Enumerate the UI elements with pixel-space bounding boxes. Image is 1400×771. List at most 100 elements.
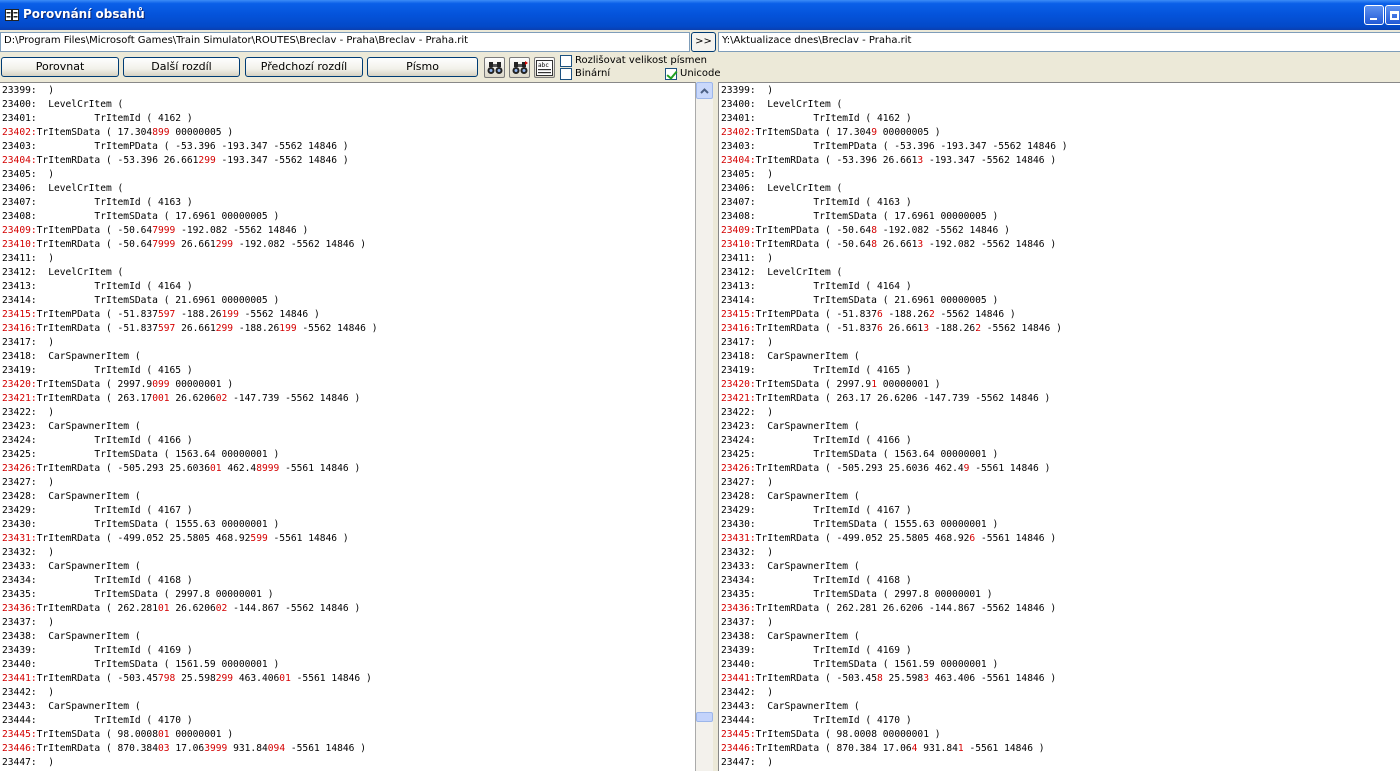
diff-line: 23422: ) [2, 406, 378, 420]
line-number: 23421: [2, 393, 37, 404]
diff-highlight: 597 [157, 323, 176, 334]
diff-line: 23403: TrItemPData ( -53.396 -193.347 -5… [721, 140, 1068, 154]
diff-line: 23421:TrItemRData ( 263.17001 26.620602 … [2, 392, 378, 406]
line-text: TrItemId ( 4166 ) [755, 435, 912, 446]
line-text: CarSpawnerItem ( [36, 701, 141, 712]
line-number: 23406: [2, 183, 37, 194]
previous-difference-button[interactable]: Předchozí rozdíl [245, 57, 363, 77]
left-file-path-input[interactable]: D:\Program Files\Microsoft Games\Train S… [0, 32, 690, 52]
line-text: TrItemSData ( 1561.59 00000001 ) [755, 659, 999, 670]
line-text: TrItemSData ( 17.6961 00000005 ) [755, 211, 999, 222]
line-number: 23435: [721, 589, 756, 600]
line-text: TrItemPData ( -53.396 -193.347 -5562 148… [755, 141, 1068, 152]
diff-line: 23445:TrItemSData ( 98.000801 00000001 ) [2, 728, 378, 742]
diff-highlight: 3 [923, 323, 929, 334]
find-button[interactable] [484, 57, 505, 78]
line-text: LevelCrItem ( [755, 99, 843, 110]
line-number: 23413: [2, 281, 37, 292]
binary-checkbox[interactable] [560, 68, 572, 80]
line-number: 23439: [2, 645, 37, 656]
line-number: 23420: [2, 379, 37, 390]
compare-button[interactable]: Porovnat [1, 57, 119, 77]
line-text: TrItemId ( 4168 ) [36, 575, 193, 586]
diff-line: 23417: ) [2, 336, 378, 350]
diff-line: 23405: ) [721, 168, 1068, 182]
diff-highlight: 8 [871, 239, 877, 250]
diff-line: 23428: CarSpawnerItem ( [721, 490, 1068, 504]
line-text: ) [755, 687, 773, 698]
case-sensitive-checkbox[interactable] [560, 55, 572, 67]
diff-line: 23402:TrItemSData ( 17.304899 00000005 ) [2, 126, 378, 140]
title-bar[interactable]: Porovnání obsahů [0, 0, 1400, 30]
line-number: 23403: [721, 141, 756, 152]
diff-line: 23437: ) [721, 616, 1068, 630]
line-number: 23432: [2, 547, 37, 558]
diff-line: 23433: CarSpawnerItem ( [721, 560, 1068, 574]
line-text: ) [36, 337, 54, 348]
line-number: 23414: [2, 295, 37, 306]
diff-line: 23447: ) [721, 756, 1068, 770]
line-text: TrItemId ( 4162 ) [36, 113, 193, 124]
replace-button[interactable]: abc [534, 57, 555, 78]
line-text: LevelCrItem ( [36, 183, 124, 194]
diff-line: 23434: TrItemId ( 4168 ) [721, 574, 1068, 588]
binoculars-icon [487, 61, 502, 74]
line-text: CarSpawnerItem ( [755, 491, 860, 502]
line-text: ) [755, 477, 773, 488]
diff-highlight: 899 [152, 127, 170, 138]
line-number: 23435: [2, 589, 37, 600]
left-file-pane[interactable]: 23399: ) 23400: LevelCrItem (23401: TrIte… [0, 82, 696, 771]
diff-line: 23400: LevelCrItem ( [721, 98, 1068, 112]
line-text: CarSpawnerItem ( [36, 351, 141, 362]
diff-highlight: 299 [215, 323, 234, 334]
line-number: 23447: [2, 757, 37, 768]
find-next-button[interactable] [509, 57, 530, 78]
line-text: TrItemPData ( -51.8376 -188.262 -5562 14… [755, 309, 1016, 320]
diff-line: 23436:TrItemRData ( 262.281 26.6206 -144… [721, 602, 1068, 616]
scroll-up-button[interactable] [696, 82, 713, 99]
line-number: 23428: [2, 491, 37, 502]
diff-line: 23415:TrItemPData ( -51.8376 -188.262 -5… [721, 308, 1068, 322]
line-text: TrItemSData ( 21.6961 00000005 ) [36, 295, 280, 306]
line-number: 23404: [721, 155, 756, 166]
diff-line: 23440: TrItemSData ( 1561.59 00000001 ) [721, 658, 1068, 672]
right-file-path-input[interactable]: Y:\Aktualizace dnes\Breclav - Praha.rit [718, 32, 1400, 52]
copy-path-button[interactable]: >> [691, 32, 716, 52]
vertical-scrollbar[interactable] [696, 82, 713, 771]
maximize-button[interactable] [1385, 5, 1400, 25]
line-number: 23444: [721, 715, 756, 726]
scroll-thumb[interactable] [696, 712, 713, 722]
line-number: 23425: [2, 449, 37, 460]
line-number: 23411: [2, 253, 37, 264]
line-number: 23438: [2, 631, 37, 642]
line-number: 23433: [2, 561, 37, 572]
minimize-button[interactable] [1364, 5, 1384, 25]
line-text: TrItemId ( 4170 ) [36, 715, 193, 726]
line-number: 23433: [721, 561, 756, 572]
line-text: TrItemSData ( 1555.63 00000001 ) [36, 519, 280, 530]
line-text: ) [755, 337, 773, 348]
line-number: 23401: [721, 113, 756, 124]
line-text: TrItemId ( 4165 ) [755, 365, 912, 376]
line-number: 23438: [721, 631, 756, 642]
line-text: CarSpawnerItem ( [755, 421, 860, 432]
app-icon [5, 9, 19, 21]
font-button[interactable]: Písmo [367, 57, 478, 77]
line-text: TrItemSData ( 2997.8 00000001 ) [36, 589, 274, 600]
diff-line: 23408: TrItemSData ( 17.6961 00000005 ) [721, 210, 1068, 224]
diff-line: 23406: LevelCrItem ( [2, 182, 378, 196]
line-text: TrItemRData ( -503.45798 25.598299 463.4… [36, 673, 372, 684]
line-text: TrItemId ( 4167 ) [36, 505, 193, 516]
maximize-icon [1389, 10, 1399, 20]
line-number: 23423: [721, 421, 756, 432]
line-text: TrItemId ( 4162 ) [755, 113, 912, 124]
line-number: 23405: [2, 169, 37, 180]
next-difference-button[interactable]: Další rozdíl [123, 57, 240, 77]
line-number: 23409: [2, 225, 37, 236]
unicode-checkbox[interactable] [665, 68, 677, 80]
line-number: 23400: [721, 99, 756, 110]
line-number: 23437: [721, 617, 756, 628]
diff-line: 23428: CarSpawnerItem ( [2, 490, 378, 504]
diff-line: 23446:TrItemRData ( 870.38403 17.063999 … [2, 742, 378, 756]
right-file-pane[interactable]: 23399: ) 23400: LevelCrItem (23401: TrIte… [718, 82, 1400, 771]
